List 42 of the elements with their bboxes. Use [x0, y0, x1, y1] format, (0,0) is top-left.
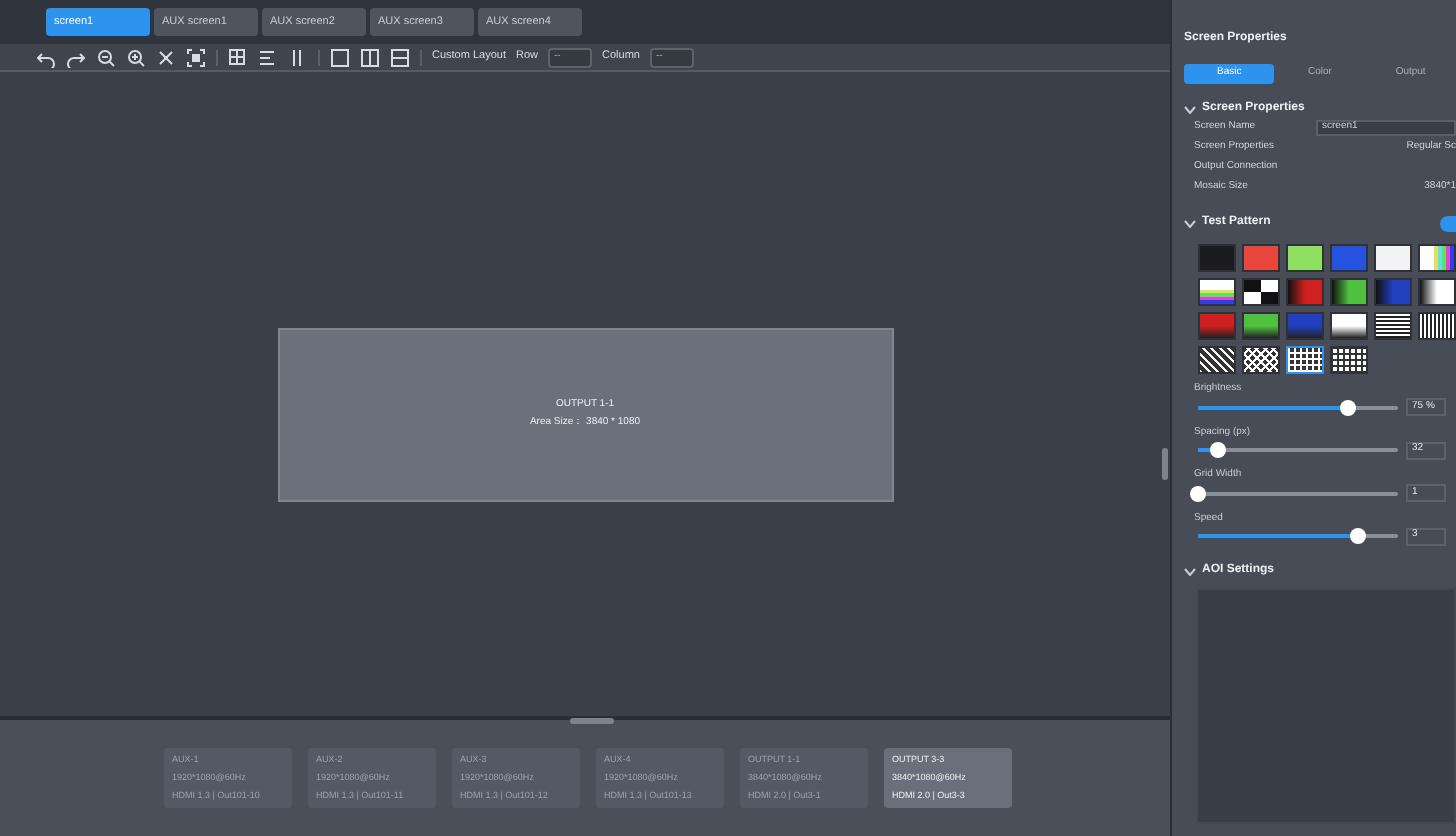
test-pattern-swatch[interactable]	[1374, 244, 1412, 272]
test-pattern-swatch[interactable]	[1286, 346, 1324, 374]
test-pattern-swatch[interactable]	[1198, 312, 1236, 340]
test-pattern-swatch[interactable]	[1242, 278, 1280, 306]
slider-thumb[interactable]	[1340, 399, 1356, 415]
test-pattern-swatch[interactable]	[1286, 244, 1324, 272]
test-pattern-swatch[interactable]	[1330, 312, 1368, 340]
test-pattern-swatch[interactable]	[1198, 244, 1236, 272]
chevron-down-icon[interactable]	[1184, 105, 1196, 113]
zoom-in-icon[interactable]	[126, 47, 146, 67]
test-pattern-swatch[interactable]	[1418, 244, 1456, 272]
scrollbar-thumb[interactable]	[1162, 448, 1168, 480]
test-pattern-swatch[interactable]	[1242, 346, 1280, 374]
redo-icon[interactable]	[66, 47, 86, 67]
test-pattern-swatch[interactable]	[1330, 278, 1368, 306]
test-pattern-swatch[interactable]	[1374, 312, 1412, 340]
fit-icon[interactable]	[156, 47, 176, 67]
grid-dropdown-icon[interactable]	[228, 47, 248, 67]
chevron-down-icon[interactable]	[1184, 567, 1196, 575]
test-pattern-swatch[interactable]	[1418, 278, 1456, 306]
test-pattern-swatch[interactable]	[1374, 278, 1412, 306]
single-layout-icon[interactable]	[330, 47, 350, 67]
zoom-out-icon[interactable]	[96, 47, 116, 67]
slider-thumb[interactable]	[1190, 485, 1206, 501]
test-pattern-swatch[interactable]	[1242, 312, 1280, 340]
test-pattern-swatch[interactable]	[1286, 312, 1324, 340]
test-pattern-swatch[interactable]	[1242, 244, 1280, 272]
test-pattern-swatch[interactable]	[1330, 346, 1368, 374]
resize-handle[interactable]	[570, 718, 614, 724]
test-pattern-swatch[interactable]	[1198, 346, 1236, 374]
undo-icon[interactable]	[36, 47, 56, 67]
test-pattern-swatch[interactable]	[1330, 244, 1368, 272]
slider-thumb[interactable]	[1350, 528, 1366, 544]
test-pattern-swatch[interactable]	[1198, 278, 1236, 306]
test-pattern-swatch[interactable]	[1286, 278, 1324, 306]
two-column-layout-icon[interactable]	[360, 47, 380, 67]
two-row-layout-icon[interactable]	[390, 47, 410, 67]
slider-thumb[interactable]	[1210, 442, 1226, 458]
test-pattern-swatch[interactable]	[1418, 312, 1456, 340]
chevron-down-icon[interactable]	[1184, 219, 1196, 227]
align-dropdown-icon[interactable]	[258, 47, 278, 67]
fullscreen-icon[interactable]	[186, 47, 206, 67]
